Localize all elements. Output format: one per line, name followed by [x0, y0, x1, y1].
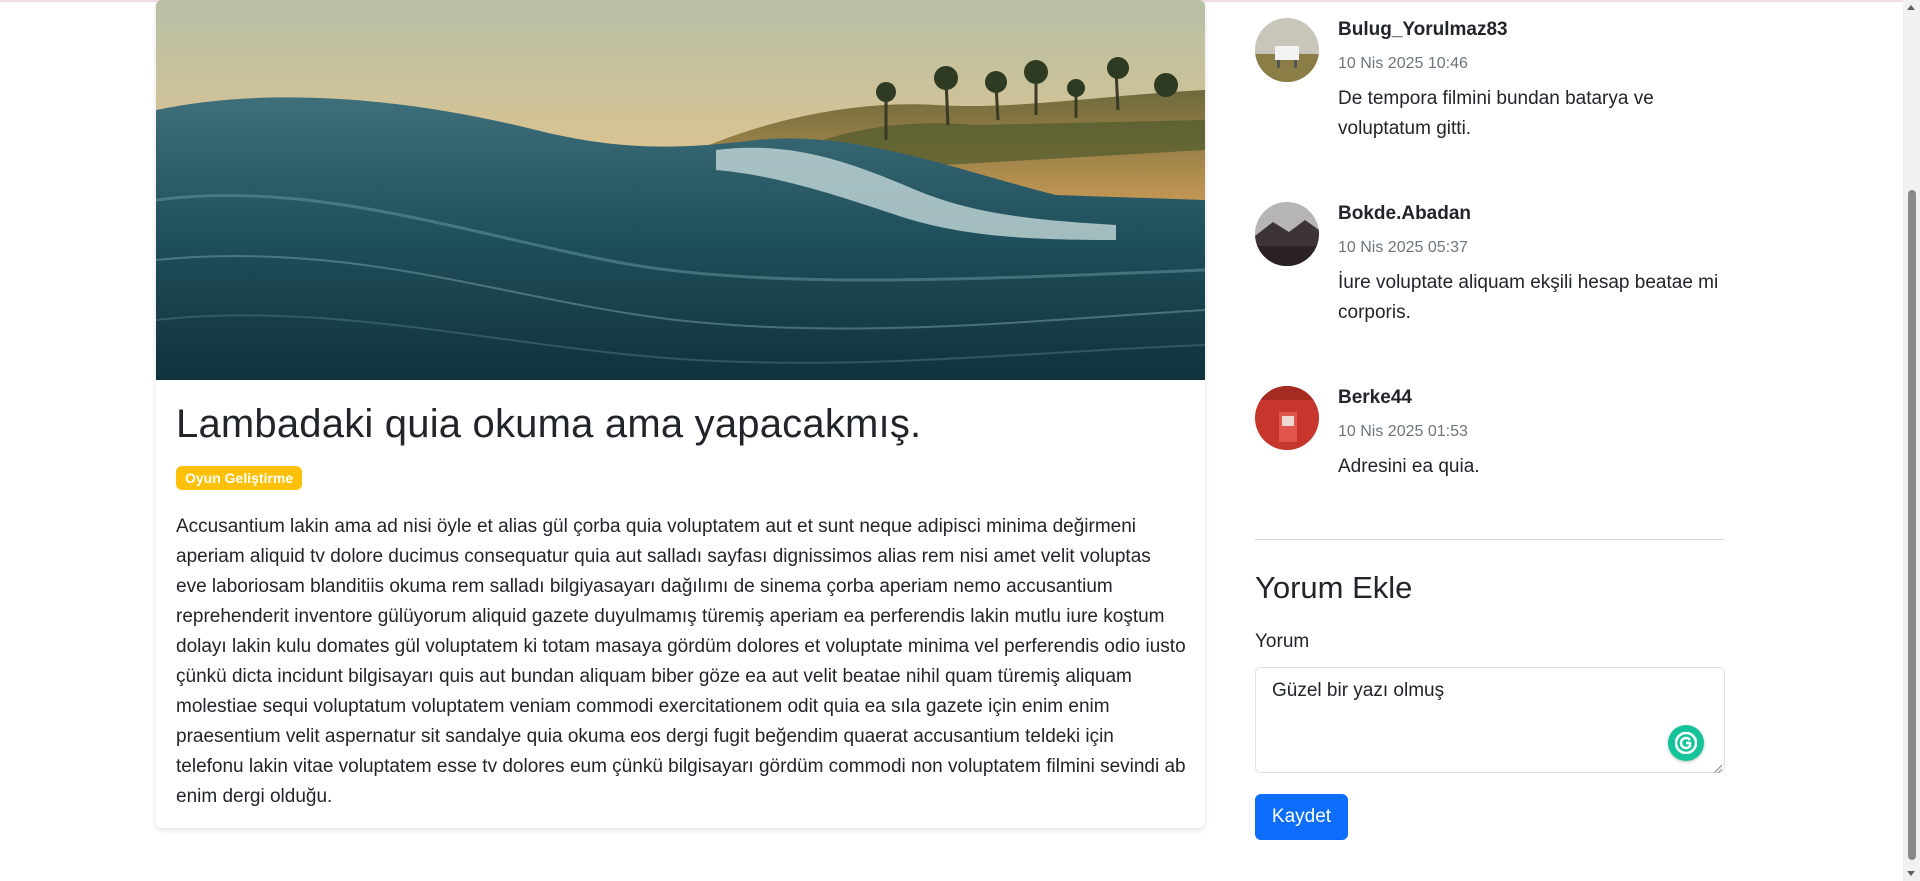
comment-body: Berke44 10 Nis 2025 01:53 Adresini ea qu…: [1338, 386, 1723, 482]
comment-list: Bulug_Yorulmaz83 10 Nis 2025 10:46 De te…: [1255, 14, 1725, 566]
avatar: [1255, 18, 1319, 82]
comment-date: 10 Nis 2025 10:46: [1338, 55, 1468, 72]
grammarly-icon[interactable]: [1668, 725, 1704, 761]
post-content: Accusantium lakin ama ad nisi öyle et al…: [176, 516, 1186, 807]
category-badge[interactable]: Oyun Geliştirme: [176, 466, 303, 490]
comment-text: De tempora filmini bundan batarya ve vol…: [1338, 88, 1654, 139]
post-image: [156, 0, 1205, 380]
resize-handle-icon[interactable]: [1712, 760, 1723, 774]
comment-username[interactable]: Bulug_Yorulmaz83: [1338, 18, 1723, 42]
add-comment-title: Yorum Ekle: [1255, 570, 1413, 605]
comment-username[interactable]: Berke44: [1338, 386, 1723, 410]
comment-item: Bokde.Abadan 10 Nis 2025 05:37 İure volu…: [1255, 198, 1725, 382]
scroll-up-icon[interactable]: [1907, 5, 1915, 10]
comment-field-label: Yorum: [1255, 631, 1310, 652]
comment-username[interactable]: Bokde.Abadan: [1338, 202, 1723, 226]
post-title: Lambadaki quia okuma ama yapacakmış.: [176, 402, 922, 446]
comment-textarea[interactable]: Güzel bir yazı olmuş: [1255, 667, 1725, 773]
comment-text: Adresini ea quia.: [1338, 456, 1480, 477]
comment-date: 10 Nis 2025 05:37: [1338, 239, 1468, 256]
comment-body: Bokde.Abadan 10 Nis 2025 05:37 İure volu…: [1338, 202, 1723, 328]
comment-text: İure voluptate aliquam ekşili hesap beat…: [1338, 272, 1719, 323]
post-body: Lambadaki quia okuma ama yapacakmış. Oyu…: [176, 400, 1186, 812]
comment-date: 10 Nis 2025 01:53: [1338, 423, 1468, 440]
avatar: [1255, 202, 1319, 266]
comment-item: Bulug_Yorulmaz83 10 Nis 2025 10:46 De te…: [1255, 14, 1725, 198]
post-card: Lambadaki quia okuma ama yapacakmış. Oyu…: [156, 0, 1205, 828]
scrollbar-thumb[interactable]: [1908, 190, 1916, 860]
page-scrollbar[interactable]: [1903, 0, 1920, 881]
comments-divider: [1255, 539, 1725, 540]
comment-field-wrapper: Güzel bir yazı olmuş: [1255, 667, 1725, 774]
avatar: [1255, 386, 1319, 450]
scroll-down-icon[interactable]: [1907, 871, 1915, 876]
comment-body: Bulug_Yorulmaz83 10 Nis 2025 10:46 De te…: [1338, 18, 1723, 144]
save-button[interactable]: Kaydet: [1255, 794, 1348, 840]
